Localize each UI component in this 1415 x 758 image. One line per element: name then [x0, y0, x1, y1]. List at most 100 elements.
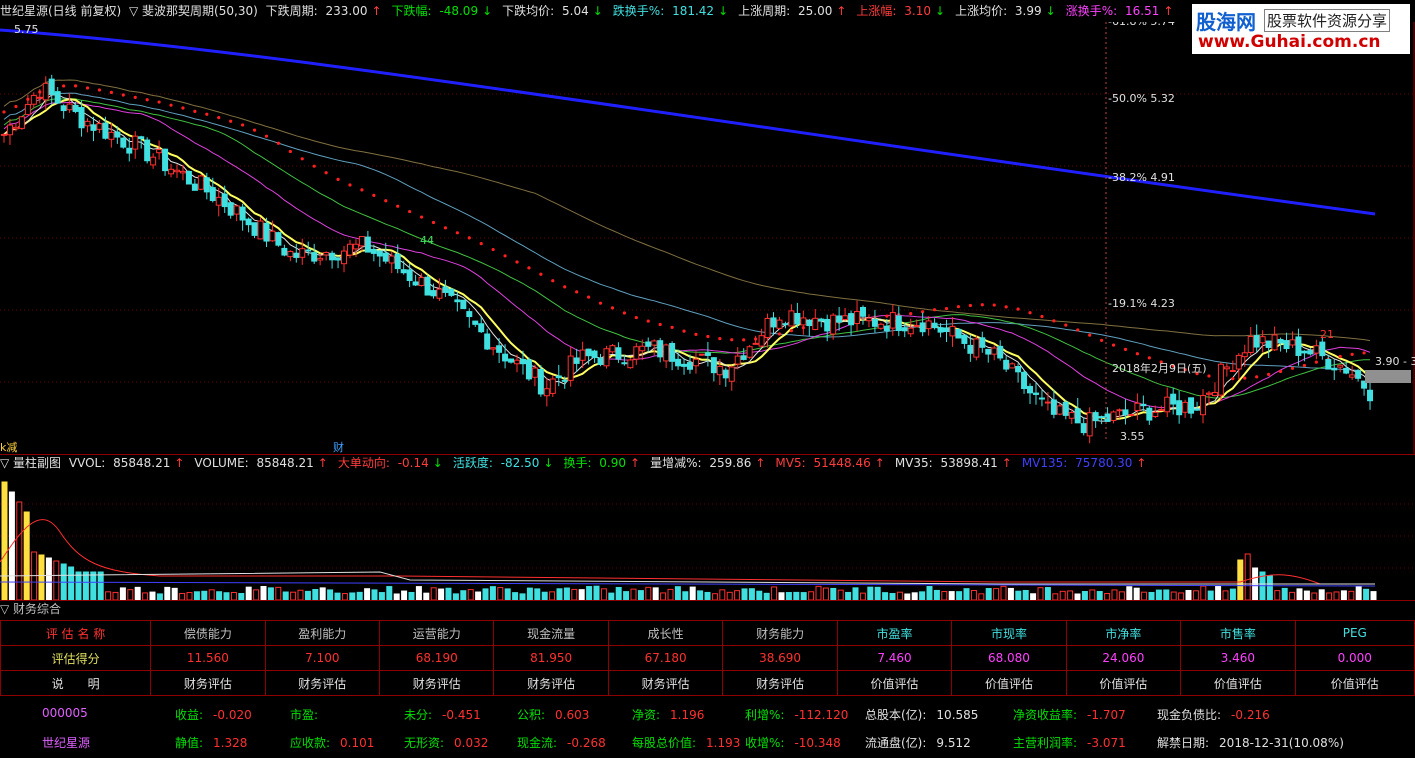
volume-bar [275, 586, 282, 600]
volume-bar [830, 587, 837, 600]
date-label: 2018年2月9日(五) [1112, 361, 1207, 375]
volume-bar [1363, 588, 1370, 600]
volume-bar [371, 589, 378, 600]
corner-label: k减 [0, 441, 17, 454]
vol-value: -0.14 [393, 456, 429, 470]
volume-bar [1229, 588, 1236, 600]
volume-bar [38, 554, 45, 600]
volume-bar [704, 591, 711, 600]
arrow-icon: ↓ [482, 4, 493, 18]
volume-bar [1207, 590, 1214, 600]
volume-bar [1037, 587, 1044, 600]
volume-bar [623, 591, 630, 600]
score-row: 评估得分 11.560 7.100 68.190 81.950 67.180 38.690 7… [0, 645, 1415, 671]
row-sc-cell-3: 68.190 [378, 645, 495, 671]
vol-label: 大单动向: [337, 456, 390, 470]
volume-bar [1015, 590, 1022, 600]
arrow-icon: ↑ [1001, 456, 1012, 470]
volume-bar [741, 588, 748, 600]
stock-title[interactable]: 世纪星源(日线 前复权) [0, 4, 121, 18]
arrow-icon: ↓ [1045, 4, 1056, 18]
volume-bar [600, 588, 607, 600]
volume-bar [1155, 589, 1162, 600]
vol-label: 换手: [563, 456, 592, 470]
volume-bar [119, 587, 126, 600]
hdr-value: -48.09 [435, 4, 479, 18]
info-value: 2018-12-31(10.08%) [1219, 736, 1344, 750]
volume-bar [319, 587, 326, 600]
volume-bar [941, 591, 948, 600]
volume-bar [963, 588, 970, 600]
volume-chart[interactable] [0, 472, 1415, 600]
volume-bar [68, 566, 75, 600]
volume-bar [815, 585, 822, 600]
volume-bar [216, 591, 223, 600]
volume-bar [867, 586, 874, 600]
volume-bar [171, 587, 178, 600]
info-key: 解禁日期: [1157, 736, 1210, 750]
volume-bar [438, 588, 445, 600]
financial-header[interactable]: ▽ 财务综合 [0, 601, 61, 617]
volume-bar [756, 590, 763, 600]
row-sc-cell-9: 24.060 [1065, 645, 1182, 671]
indicator-name[interactable]: ▽ 斐波那契周期(50,30) [129, 4, 258, 18]
volume-bar [386, 586, 393, 600]
volume-bar [956, 591, 963, 600]
vol-label: VOLUME: [194, 456, 249, 470]
volume-bar [164, 586, 171, 600]
arrow-icon: ↑ [317, 456, 328, 470]
volume-bar [460, 590, 467, 600]
hdr-label: 涨换手%: [1065, 4, 1118, 18]
vol-label: VVOL: [68, 456, 106, 470]
info-item: 主营利润率: -3.071 [1013, 734, 1126, 751]
volume-title[interactable]: ▽ 量柱副图 [0, 456, 61, 470]
volume-bar [1141, 591, 1148, 600]
volume-bar [1170, 591, 1177, 600]
row-sc-cell-7: 7.460 [836, 645, 953, 671]
vol-item-7: MV35: 53898.41 ↑ [895, 456, 1016, 470]
row-ds-cell-9: 价值评估 [1065, 670, 1182, 696]
volume-bar [1215, 585, 1222, 600]
volume-bar [1281, 587, 1288, 600]
volume-bar [356, 591, 363, 600]
volume-bar [896, 591, 903, 600]
hdr-label: 上涨周期: [738, 4, 791, 18]
volume-bar [1289, 591, 1296, 600]
info-value: 1.193 [706, 736, 741, 750]
fib-label: -19.1% 4.23 [1108, 297, 1175, 310]
volume-bar [845, 591, 852, 600]
arrow-icon: ↓ [935, 4, 946, 18]
info-item: 世纪星源 [42, 734, 90, 751]
volume-bar [364, 588, 371, 600]
volume-bar [1163, 589, 1170, 600]
volume-bar [808, 591, 815, 600]
arrow-icon: ↑ [174, 456, 185, 470]
fib-label: -50.0% 5.32 [1108, 92, 1175, 105]
mark-21: 21 [1320, 328, 1334, 341]
volume-bar [674, 586, 681, 600]
hdr-value: 25.00 [794, 4, 833, 18]
volume-bar [489, 586, 496, 600]
info-item: 解禁日期: 2018-12-31(10.08%) [1157, 734, 1344, 751]
price-chart[interactable]: -61.8% 5.74 -50.0% 5.32 -38.2% 4.91 -19.1% … [0, 22, 1415, 454]
volume-bar [667, 588, 674, 600]
volume-bar [1355, 586, 1362, 600]
volume-bar [526, 587, 533, 600]
volume-bar [1178, 592, 1185, 600]
row-sc-cell-8: 68.080 [951, 645, 1067, 671]
row-ds-cell-1: 财务评估 [150, 670, 266, 696]
info-key: 公积: [517, 708, 546, 722]
volume-bar [541, 591, 548, 600]
row-sc-cell-2: 7.100 [264, 645, 381, 671]
row-hdr-cell-10: 市售率 [1180, 620, 1296, 646]
hdr-item-3: 跌换手%: 181.42 ↓ [613, 4, 732, 18]
hdr-item-6: 上涨均价: 3.99 ↓ [955, 4, 1060, 18]
volume-bar [763, 592, 770, 600]
volume-bar [260, 586, 267, 600]
info-key: 主营利润率: [1013, 736, 1078, 750]
info-value: -3.071 [1087, 736, 1126, 750]
row-hdr-cell-5: 成长性 [607, 620, 724, 646]
vol-value: 0.90 [595, 456, 627, 470]
info-value: 9.512 [936, 736, 971, 750]
volume-bar [1303, 590, 1310, 600]
